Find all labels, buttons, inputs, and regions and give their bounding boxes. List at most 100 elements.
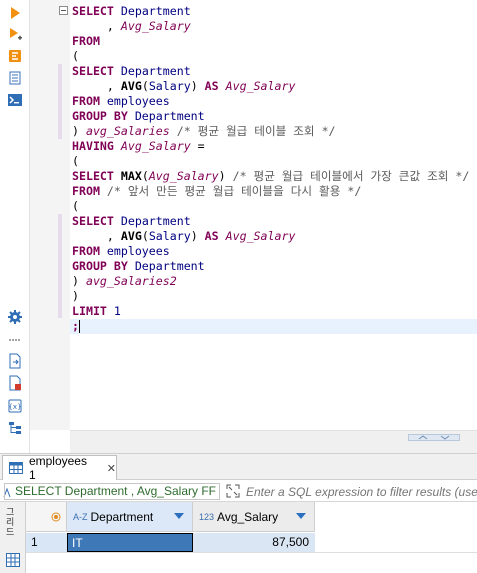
execute-script-icon[interactable]	[7, 26, 23, 42]
code-token: )	[72, 289, 79, 303]
code-token: )	[72, 274, 86, 288]
column-header-department[interactable]: A-Z Department	[67, 502, 193, 532]
scrollbar-thumb[interactable]	[408, 434, 460, 441]
svg-text:{x}: {x}	[8, 403, 21, 411]
code-line[interactable]: (	[72, 49, 477, 64]
grid-side-panel: 그리드	[0, 502, 26, 573]
load-plan-icon[interactable]	[7, 70, 23, 86]
code-token: Avg_Salary	[148, 169, 219, 183]
code-token: AS	[204, 229, 226, 243]
outline-icon[interactable]	[7, 420, 23, 436]
code-line[interactable]: (	[72, 154, 477, 169]
code-line[interactable]: FROM /* 앞서 만든 평균 월급 테이블을 다시 활용 */	[72, 184, 477, 199]
code-token: Department	[134, 259, 205, 273]
code-line[interactable]: GROUP BY Department	[72, 259, 477, 274]
table-cell-department[interactable]: IT	[67, 533, 193, 552]
code-token: FROM	[72, 94, 107, 108]
code-line[interactable]: )	[72, 289, 477, 304]
grid-view-label[interactable]: 그리드	[6, 508, 20, 538]
code-token: (	[72, 154, 79, 168]
code-token: SELECT	[72, 214, 121, 228]
code-line[interactable]: FROM employees	[72, 94, 477, 109]
more-dots-icon[interactable]	[7, 332, 23, 348]
code-token: Salary	[148, 79, 191, 93]
variables-icon[interactable]: {x}	[7, 398, 23, 414]
tab-label: employees 1	[28, 454, 87, 482]
code-line[interactable]: (	[72, 199, 477, 214]
filter-expression-input[interactable]	[246, 483, 477, 500]
code-token: FROM	[72, 184, 107, 198]
row-number-header	[26, 502, 67, 532]
code-token: Department	[120, 214, 191, 228]
close-tab-icon[interactable]: ✕	[107, 462, 116, 475]
sort-arrow-icon[interactable]	[174, 513, 184, 519]
results-tabbar: employees 1 ✕	[0, 453, 477, 482]
code-token: ;	[72, 319, 79, 333]
code-token: SELECT	[72, 64, 121, 78]
code-line[interactable]: SELECT Department	[72, 64, 477, 79]
code-line[interactable]: FROM	[72, 34, 477, 49]
grid-empty-area	[26, 552, 477, 573]
script-error-icon[interactable]	[7, 375, 23, 391]
numeric-type-icon: 123	[199, 511, 215, 522]
results-grid[interactable]: A-Z Department 123 Avg_Salary 1 IT 87,50…	[26, 502, 477, 573]
code-token: ,	[72, 79, 121, 93]
code-token: AS	[204, 79, 226, 93]
code-line[interactable]: ) avg_Salaries /* 평균 월급 테이블 조회 */	[72, 124, 477, 139]
code-line[interactable]: , AVG(Salary) AS Avg_Salary	[72, 79, 477, 94]
code-token: /* 앞서 만든 평균 월급 테이블을 다시 활용 */	[106, 184, 362, 198]
code-token: )	[190, 79, 205, 93]
code-token: Salary	[148, 229, 191, 243]
export-icon[interactable]	[7, 353, 23, 369]
editor-gutter	[30, 0, 70, 430]
code-line[interactable]: HAVING Avg_Salary =	[72, 139, 477, 154]
text-type-icon: A-Z	[73, 511, 88, 522]
table-icon	[9, 462, 23, 474]
sql-code[interactable]: SELECT Department , Avg_Salary FROM(SELEC…	[70, 4, 477, 334]
code-line[interactable]: GROUP BY Department	[72, 109, 477, 124]
code-token: avg_Salaries	[85, 124, 177, 138]
explain-plan-icon[interactable]	[7, 48, 23, 64]
terminal-icon[interactable]	[7, 92, 23, 108]
code-token: )	[72, 124, 86, 138]
editor-horizontal-scrollbar[interactable]	[70, 430, 477, 453]
editor-side-toolbar: {x}	[0, 0, 30, 453]
fold-toggle-icon[interactable]	[59, 6, 68, 15]
code-token: )	[190, 229, 205, 243]
execute-statement-icon[interactable]	[7, 5, 23, 21]
code-line[interactable]: SELECT Department	[72, 4, 477, 19]
code-token: Avg_Salary	[225, 229, 296, 243]
code-line[interactable]: SELECT Department	[72, 214, 477, 229]
code-line[interactable]: ;	[70, 319, 477, 334]
tab-results-employees[interactable]: employees 1 ✕	[2, 454, 117, 482]
column-name: Department	[90, 509, 154, 524]
select-all-icon[interactable]	[51, 512, 61, 522]
code-token: (	[141, 229, 149, 243]
code-line[interactable]: , Avg_Salary	[72, 19, 477, 34]
code-line[interactable]: FROM employees	[72, 244, 477, 259]
code-token: =	[197, 139, 205, 153]
settings-gear-icon[interactable]	[7, 309, 23, 325]
code-token: (	[72, 199, 79, 213]
filter-query-text[interactable]: SELECT Department , Avg_Salary FF	[4, 483, 220, 500]
code-line[interactable]: , AVG(Salary) AS Avg_Salary	[72, 229, 477, 244]
code-token: ,	[72, 229, 121, 243]
code-token: HAVING	[72, 139, 121, 153]
code-token: GROUP BY	[72, 259, 135, 273]
column-header-avg-salary[interactable]: 123 Avg_Salary	[193, 502, 315, 532]
row-number[interactable]: 1	[26, 533, 67, 552]
code-token: SELECT	[72, 169, 121, 183]
table-cell-avg-salary[interactable]: 87,500	[193, 533, 315, 552]
code-token: (	[141, 169, 149, 183]
sort-arrow-icon[interactable]	[296, 513, 306, 519]
code-line[interactable]: ) avg_Salaries2	[72, 274, 477, 289]
code-token: avg_Salaries2	[85, 274, 177, 288]
code-token: 1	[113, 304, 121, 318]
expand-filter-icon[interactable]	[226, 484, 240, 498]
sql-editor[interactable]: SELECT Department , Avg_Salary FROM(SELEC…	[30, 0, 477, 430]
code-token: FROM	[72, 244, 107, 258]
code-line[interactable]: SELECT MAX(Avg_Salary) /* 평균 월급 테이블에서 가장…	[72, 169, 477, 184]
query-label: SELECT Department , Avg_Salary FF	[15, 484, 216, 498]
grid-view-icon[interactable]	[6, 553, 20, 567]
code-line[interactable]: LIMIT 1	[72, 304, 477, 319]
